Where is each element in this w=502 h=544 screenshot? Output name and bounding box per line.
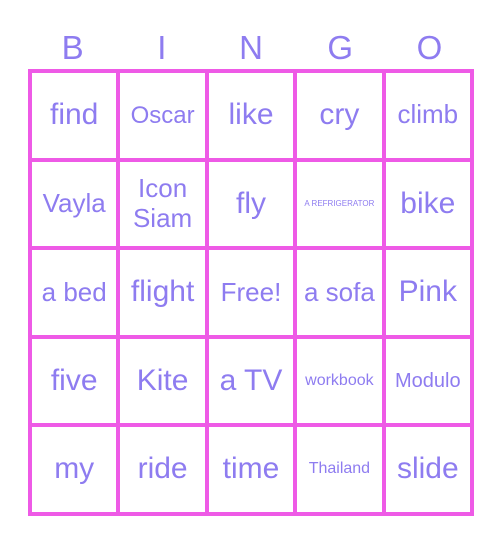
bingo-cell[interactable]: Vayla <box>30 159 119 249</box>
bingo-card: find Oscar like cry climb Vayla Icon Sia… <box>28 69 474 516</box>
header-letter-i: I <box>157 29 167 66</box>
bingo-cell[interactable]: a sofa <box>295 248 384 337</box>
bingo-cell[interactable]: slide <box>383 425 472 514</box>
bingo-cell[interactable]: five <box>30 336 119 426</box>
header-letter-o: O <box>416 29 443 66</box>
free-space-cell[interactable]: Free! <box>206 248 296 337</box>
bingo-cell[interactable]: fly <box>206 159 296 249</box>
bingo-cell[interactable]: Pink <box>383 248 472 337</box>
bingo-cell[interactable]: A REFRIGERATOR <box>295 159 384 249</box>
bingo-cell[interactable]: Kite <box>118 336 207 426</box>
bingo-cell[interactable]: Oscar <box>118 71 207 160</box>
bingo-cell[interactable]: Thailand <box>295 425 384 514</box>
bingo-cell[interactable]: Icon Siam <box>118 159 207 249</box>
bingo-cell[interactable]: Modulo <box>383 336 472 426</box>
header-letter-b: B <box>61 29 84 66</box>
bingo-cell[interactable]: workbook <box>295 336 384 426</box>
bingo-cell[interactable]: time <box>206 425 296 514</box>
header-letter-g: G <box>327 29 354 66</box>
header-letter-n: N <box>239 29 263 66</box>
bingo-cell[interactable]: like <box>206 71 296 160</box>
bingo-cell[interactable]: find <box>30 71 119 160</box>
bingo-cell[interactable]: my <box>30 425 119 514</box>
bingo-cell[interactable]: a bed <box>30 248 119 337</box>
bingo-cell[interactable]: flight <box>118 248 207 337</box>
bingo-cell[interactable]: a TV <box>206 336 296 426</box>
bingo-cell[interactable]: ride <box>118 425 207 514</box>
bingo-cell[interactable]: climb <box>383 71 472 160</box>
bingo-cell[interactable]: cry <box>295 71 384 160</box>
bingo-cell[interactable]: bike <box>383 159 472 249</box>
bingo-header: B I N G O <box>28 28 474 68</box>
